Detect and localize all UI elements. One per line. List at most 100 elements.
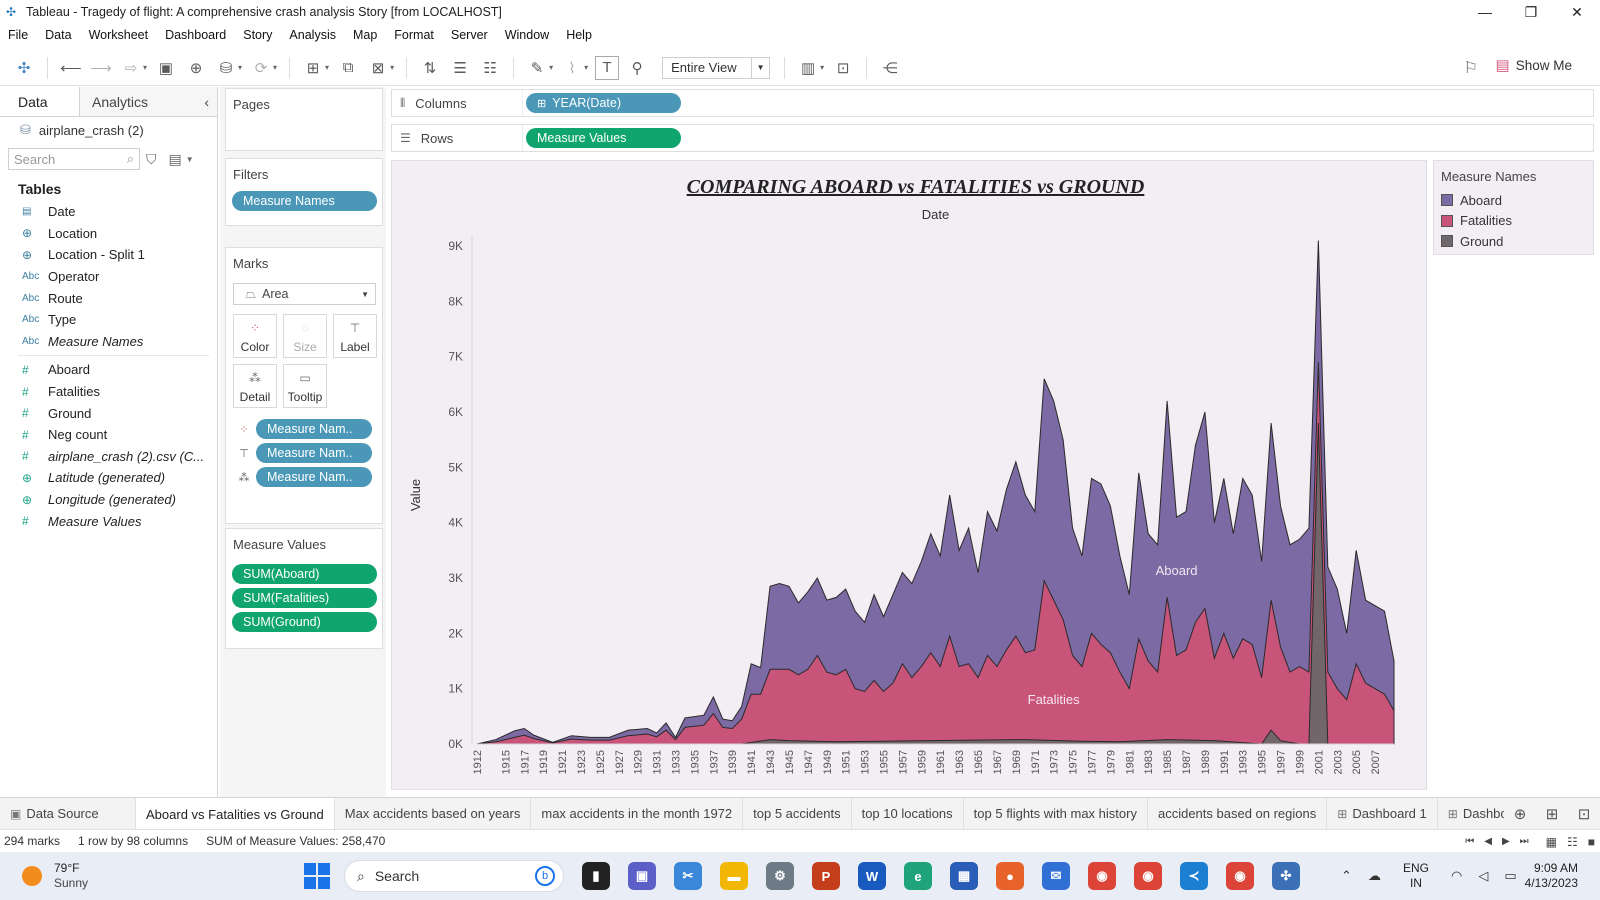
- battery-icon[interactable]: ▭: [1504, 868, 1516, 884]
- tab-data-source[interactable]: ▣ Data Source: [0, 797, 136, 830]
- new-worksheet-icon[interactable]: ⊕: [1504, 805, 1536, 823]
- fit-view-select[interactable]: Entire View ▼: [662, 56, 771, 79]
- tab-max-accidents-years[interactable]: Max accidents based on years: [335, 797, 532, 830]
- powerpoint-icon[interactable]: P: [812, 862, 840, 890]
- filters-card[interactable]: Filters Measure Names: [225, 158, 383, 226]
- tab-aboard-vs-fatalities[interactable]: Aboard vs Fatalities vs Ground: [136, 797, 335, 830]
- task-view-icon[interactable]: ▮: [582, 862, 610, 890]
- columns-shelf[interactable]: ⦀ Columns ⊞ YEAR(Date): [391, 89, 1594, 117]
- highlight-icon[interactable]: ✎: [525, 56, 549, 80]
- pause-updates-icon[interactable]: ⛁: [214, 56, 238, 80]
- bing-icon[interactable]: b: [535, 866, 555, 886]
- duplicate-sheet-icon[interactable]: ⧉: [336, 56, 360, 80]
- chrome-alt-icon[interactable]: ◉: [1226, 862, 1254, 890]
- teams-icon[interactable]: ▣: [628, 862, 656, 890]
- start-button[interactable]: [304, 863, 330, 889]
- menu-story[interactable]: Story: [243, 28, 272, 42]
- tab-dashboard-1[interactable]: ⊞ Dashboard 1: [1327, 797, 1438, 830]
- menu-file[interactable]: File: [8, 28, 28, 42]
- mark-type-select[interactable]: ⏢ Area ▼: [233, 283, 376, 305]
- menu-data[interactable]: Data: [45, 28, 71, 42]
- restore-button[interactable]: ❐: [1508, 0, 1554, 24]
- field-route[interactable]: Abc Route: [0, 287, 217, 309]
- label-button[interactable]: ⊤ Label: [333, 314, 377, 358]
- last-sheet-icon[interactable]: ⏭: [1520, 836, 1529, 847]
- menu-server[interactable]: Server: [451, 28, 488, 42]
- field-measure-names[interactable]: Abc Measure Names: [0, 331, 217, 353]
- vscode-icon[interactable]: ≺: [1180, 862, 1208, 890]
- show-me-button[interactable]: ▤ Show Me: [1496, 56, 1572, 74]
- chevron-down-icon[interactable]: ▼: [186, 155, 194, 164]
- weather-widget[interactable]: 79°F Sunny: [22, 861, 232, 891]
- size-button[interactable]: ◌ Size: [283, 314, 327, 358]
- volume-icon[interactable]: ◁: [1478, 868, 1488, 884]
- mail-icon[interactable]: ✉: [1042, 862, 1070, 890]
- detail-button[interactable]: ⁂ Detail: [233, 364, 277, 408]
- sort-ascending-icon[interactable]: ☰: [448, 56, 472, 80]
- sheet-grid-icon[interactable]: ▦: [1546, 835, 1557, 849]
- tableau-taskbar-icon[interactable]: ✣: [1272, 862, 1300, 890]
- legend-item-ground[interactable]: Ground: [1434, 231, 1593, 252]
- fix-axes-icon[interactable]: ⚲: [625, 56, 649, 80]
- tooltip-button[interactable]: ▭ Tooltip: [283, 364, 327, 408]
- field-aboard[interactable]: # Aboard: [0, 359, 217, 381]
- legend-item-aboard[interactable]: Aboard: [1434, 190, 1593, 211]
- field-longitude-generated[interactable]: ⊕ Longitude (generated): [0, 489, 217, 511]
- filmstrip-icon[interactable]: ☷: [1567, 835, 1578, 849]
- show-cards-icon[interactable]: ▥: [796, 56, 820, 80]
- menu-analysis[interactable]: Analysis: [289, 28, 336, 42]
- share-icon[interactable]: ⋲: [878, 56, 902, 80]
- field-ground[interactable]: # Ground: [0, 402, 217, 424]
- snipping-tool-icon[interactable]: ✂: [674, 862, 702, 890]
- new-worksheet-icon[interactable]: ⊞: [301, 56, 325, 80]
- menu-map[interactable]: Map: [353, 28, 377, 42]
- new-datasource-icon[interactable]: ⊕: [184, 56, 208, 80]
- onedrive-icon[interactable]: ☁: [1368, 868, 1381, 884]
- datasource-item[interactable]: ⛁ airplane_crash (2): [0, 117, 217, 143]
- view-list-icon[interactable]: ▤: [169, 151, 182, 168]
- menu-worksheet[interactable]: Worksheet: [89, 28, 149, 42]
- legend-item-fatalities[interactable]: Fatalities: [1434, 211, 1593, 232]
- clock[interactable]: 9:09 AM 4/13/2023: [1525, 861, 1578, 891]
- refresh-icon[interactable]: ⟳: [249, 56, 273, 80]
- field-type[interactable]: Abc Type: [0, 309, 217, 331]
- store-icon[interactable]: ▦: [950, 862, 978, 890]
- field-date[interactable]: ▤ Date: [0, 201, 217, 223]
- settings-icon[interactable]: ⚙: [766, 862, 794, 890]
- columns-pill[interactable]: ⊞ YEAR(Date): [526, 93, 681, 113]
- save-icon[interactable]: ▣: [154, 56, 178, 80]
- tab-accidents-regions[interactable]: accidents based on regions: [1148, 797, 1328, 830]
- field-latitude-generated[interactable]: ⊕ Latitude (generated): [0, 467, 217, 489]
- sort-descending-icon[interactable]: ☷: [478, 56, 502, 80]
- tab-top-5-accidents[interactable]: top 5 accidents: [743, 797, 852, 830]
- prev-sheet-icon[interactable]: ◀: [1484, 836, 1492, 847]
- tab-top-10-locations[interactable]: top 10 locations: [852, 797, 964, 830]
- file-explorer-icon[interactable]: ▬: [720, 862, 748, 890]
- color-button[interactable]: ⁘ Color: [233, 314, 277, 358]
- wifi-icon[interactable]: ◠: [1451, 868, 1462, 884]
- field-airplane-crash-2-csv-c[interactable]: # airplane_crash (2).csv (C...: [0, 446, 217, 468]
- area-chart[interactable]: COMPARING ABOARD vs FATALITIES vs GROUND…: [392, 161, 1428, 791]
- field-location-split-1[interactable]: ⊕ Location - Split 1: [0, 244, 217, 266]
- measure-pill-ground[interactable]: SUM(Ground): [232, 612, 377, 632]
- undo-icon[interactable]: ⟵: [59, 56, 83, 80]
- new-story-icon[interactable]: ⊡: [1568, 805, 1600, 823]
- replay-icon[interactable]: ⇨: [119, 56, 143, 80]
- show-labels-icon[interactable]: T: [595, 55, 620, 80]
- filter-icon[interactable]: ⛉: [146, 151, 157, 168]
- group-icon[interactable]: ⌇: [560, 56, 584, 80]
- presentation-mode-icon[interactable]: ⊡: [831, 56, 855, 80]
- tableau-home-icon[interactable]: ✣: [12, 56, 36, 80]
- firefox-icon[interactable]: ●: [996, 862, 1024, 890]
- color-legend[interactable]: Measure Names Aboard Fatalities Ground: [1433, 160, 1594, 255]
- detail-pill[interactable]: Measure Nam..: [256, 467, 372, 487]
- minimize-button[interactable]: —: [1462, 0, 1508, 24]
- field-operator[interactable]: Abc Operator: [0, 266, 217, 288]
- rows-pill[interactable]: Measure Values: [526, 128, 681, 148]
- new-dashboard-icon[interactable]: ⊞: [1536, 805, 1568, 823]
- chevron-up-icon[interactable]: ⌃: [1341, 868, 1352, 884]
- next-sheet-icon[interactable]: ▶: [1502, 836, 1510, 847]
- clear-sheet-icon[interactable]: ⊠: [366, 56, 390, 80]
- language-indicator[interactable]: ENG IN: [1403, 861, 1429, 891]
- viz-area[interactable]: COMPARING ABOARD vs FATALITIES vs GROUND…: [391, 160, 1427, 790]
